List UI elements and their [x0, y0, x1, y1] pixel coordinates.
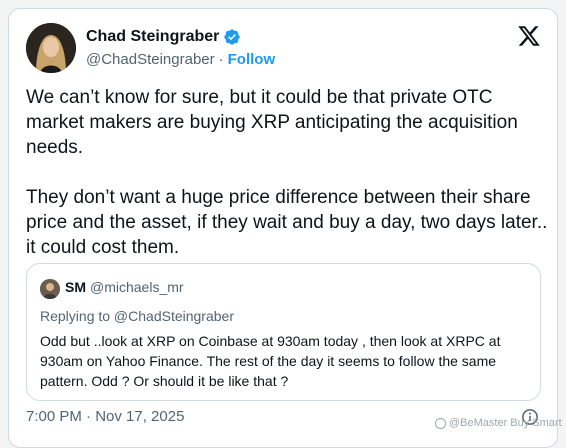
x-logo-icon[interactable] — [517, 24, 541, 48]
quoted-author-avatar[interactable] — [40, 279, 60, 299]
watermark-logo-icon — [435, 417, 446, 429]
tweet-text: We can’t know for sure, but it could be … — [26, 87, 548, 258]
author-name-row[interactable]: Chad Steingraber — [86, 28, 241, 46]
separator-dot: · — [218, 51, 224, 68]
watermark: @BeMaster Buy Smart — [435, 417, 562, 429]
follow-button[interactable]: Follow — [228, 51, 276, 68]
quoted-author-name[interactable]: SM — [65, 279, 86, 295]
quoted-author-handle[interactable]: @michaels_mr — [90, 279, 184, 295]
quoted-tweet-text: Odd but ..look at XRP on Coinbase at 930… — [40, 333, 501, 389]
tweet-card: Chad Steingraber @ChadSteingraber · Foll… — [8, 8, 558, 448]
tweet-timestamp[interactable]: 7:00 PM · Nov 17, 2025 — [26, 408, 184, 425]
verified-badge-icon — [223, 28, 241, 46]
author-name[interactable]: Chad Steingraber — [86, 28, 219, 46]
author-avatar[interactable] — [26, 23, 76, 73]
quoted-author-row: SM @michaels_mr — [65, 279, 184, 295]
watermark-text: @BeMaster Buy Smart — [449, 417, 562, 429]
quoted-tweet[interactable]: SM @michaels_mr Replying to @ChadSteingr… — [26, 263, 541, 401]
author-handle-row: @ChadSteingraber · Follow — [86, 51, 275, 68]
author-handle[interactable]: @ChadSteingraber — [86, 51, 215, 68]
replying-to-label: Replying to @ChadSteingraber — [40, 308, 234, 324]
